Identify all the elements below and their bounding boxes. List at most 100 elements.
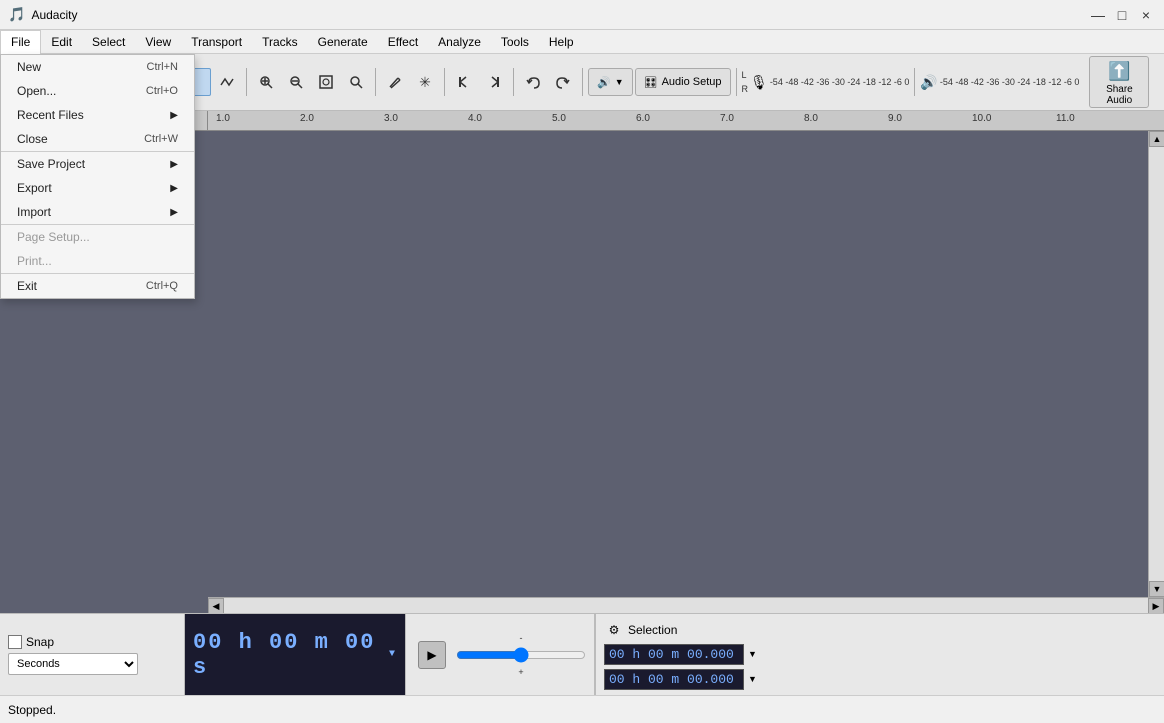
timeline-wrapper: 1.0 2.0 3.0 4.0 5.0 6.0 7.0 8.0 9.0 10.0…	[208, 111, 1164, 613]
menu-new[interactable]: New Ctrl+N	[1, 55, 194, 79]
play-bottom-button[interactable]: ▶	[418, 641, 446, 669]
toolbar-sep-7	[736, 68, 737, 96]
scroll-down-button[interactable]: ▼	[1149, 581, 1164, 597]
multi-tool-button[interactable]: ✳	[411, 68, 439, 96]
menu-save-project[interactable]: Save Project ▶	[1, 151, 194, 176]
undo-icon	[526, 75, 540, 89]
menu-exit[interactable]: Exit Ctrl+Q	[1, 273, 194, 298]
app-icon: 🎵	[8, 6, 25, 23]
audio-canvas[interactable]	[208, 131, 1148, 597]
maximize-button[interactable]: □	[1112, 5, 1132, 25]
snap-unit-select[interactable]: Seconds Milliseconds Samples Beats	[8, 653, 138, 675]
menu-transport[interactable]: Transport	[181, 30, 252, 54]
menu-tools[interactable]: Tools	[491, 30, 539, 54]
open-label: Open...	[17, 84, 56, 98]
toolbar-sep-5	[513, 68, 514, 96]
zoom-selection-icon	[349, 75, 363, 89]
menu-close[interactable]: Close Ctrl+W	[1, 127, 194, 151]
scroll-left-button[interactable]: ◀	[208, 598, 224, 613]
zoom-selection-button[interactable]	[342, 68, 370, 96]
exit-shortcut: Ctrl+Q	[146, 280, 178, 292]
scroll-right-button[interactable]: ▶	[1148, 598, 1164, 613]
vertical-scrollbar[interactable]: ▲ ▼	[1148, 131, 1164, 597]
menu-import[interactable]: Import ▶	[1, 200, 194, 224]
time-display: 00 h 00 m 00 s ▼	[185, 614, 405, 695]
toolbar-sep-4	[444, 68, 445, 96]
recent-files-arrow: ▶	[170, 110, 178, 121]
close-button[interactable]: ×	[1136, 5, 1156, 25]
ruler-mark-4: 4.0	[468, 113, 482, 124]
volume-button[interactable]: 🔊 ▼	[588, 68, 633, 96]
menu-export[interactable]: Export ▶	[1, 176, 194, 200]
zoom-out-button[interactable]	[282, 68, 310, 96]
menu-effect[interactable]: Effect	[378, 30, 428, 54]
snap-checkbox[interactable]	[8, 635, 22, 649]
envelope-tool-button[interactable]	[213, 68, 241, 96]
undo-button[interactable]	[519, 68, 547, 96]
ruler-mark-6: 6.0	[636, 113, 650, 124]
envelope-icon	[220, 75, 234, 89]
zoom-in-icon	[259, 75, 273, 89]
menu-view[interactable]: View	[135, 30, 181, 54]
new-shortcut: Ctrl+N	[147, 61, 178, 73]
print-label: Print...	[17, 254, 52, 268]
save-project-arrow: ▶	[170, 159, 178, 170]
new-label: New	[17, 60, 41, 74]
zoom-out-icon	[289, 75, 303, 89]
draw-tool-button[interactable]	[381, 68, 409, 96]
redo-button[interactable]	[549, 68, 577, 96]
mic-l-label: L	[742, 69, 749, 81]
menu-tracks[interactable]: Tracks	[252, 30, 308, 54]
ruler-mark-1: 1.0	[216, 113, 230, 124]
selection-area: ⚙ Selection ▼ ▼	[595, 614, 765, 695]
ruler-mark-9: 9.0	[888, 113, 902, 124]
menu-open[interactable]: Open... Ctrl+O	[1, 79, 194, 103]
menu-edit[interactable]: Edit	[41, 30, 82, 54]
menu-print: Print...	[1, 249, 194, 273]
speed-slider[interactable]	[456, 647, 586, 663]
menu-analyze[interactable]: Analyze	[428, 30, 491, 54]
mic-icon: 🎙	[750, 74, 768, 91]
toolbar-sep-2	[246, 68, 247, 96]
selection-end-arrow[interactable]: ▼	[748, 674, 757, 684]
close-shortcut: Ctrl+W	[144, 133, 178, 145]
selection-end-input[interactable]	[604, 669, 744, 690]
minimize-button[interactable]: —	[1088, 5, 1108, 25]
selection-settings-button[interactable]: ⚙	[604, 620, 624, 640]
import-arrow: ▶	[170, 207, 178, 218]
share-audio-button[interactable]: ⬆️ Share Audio	[1089, 56, 1149, 108]
menu-help[interactable]: Help	[539, 30, 584, 54]
clip-left-button[interactable]	[450, 68, 478, 96]
selection-label-row: ⚙ Selection	[604, 620, 757, 640]
scroll-track-h[interactable]	[224, 598, 1148, 613]
menu-select[interactable]: Select	[82, 30, 135, 54]
horizontal-scrollbar: ◀ ▶	[208, 597, 1164, 613]
audio-setup-label: Audio Setup	[662, 76, 722, 88]
scroll-up-button[interactable]: ▲	[1149, 131, 1164, 147]
time-dropdown-arrow[interactable]: ▼	[389, 649, 397, 660]
selection-start-input[interactable]	[604, 644, 744, 665]
open-shortcut: Ctrl+O	[146, 85, 178, 97]
menu-recent-files[interactable]: Recent Files ▶	[1, 103, 194, 127]
selection-value2-row: ▼	[604, 669, 757, 690]
menu-generate[interactable]: Generate	[308, 30, 378, 54]
ruler-mark-8: 8.0	[804, 113, 818, 124]
audio-setup-button[interactable]: 🎛 Audio Setup	[635, 68, 731, 96]
title-bar-left: 🎵 Audacity	[8, 6, 77, 23]
page-setup-label: Page Setup...	[17, 230, 90, 244]
ruler-mark-2: 2.0	[300, 113, 314, 124]
title-text: Audacity	[31, 8, 77, 22]
zoom-in-button[interactable]	[252, 68, 280, 96]
menu-bar: File Edit Select View Transport Tracks G…	[0, 30, 1164, 54]
selection-start-arrow[interactable]: ▼	[748, 649, 757, 659]
mic-r-label: R	[742, 83, 749, 95]
zoom-fit-button[interactable]	[312, 68, 340, 96]
menu-file[interactable]: File	[0, 30, 41, 54]
close-label: Close	[17, 132, 48, 146]
scroll-track-v[interactable]	[1149, 147, 1164, 581]
export-label: Export	[17, 181, 52, 195]
file-menu-dropdown: New Ctrl+N Open... Ctrl+O Recent Files ▶…	[0, 54, 195, 299]
ruler-mark-5: 5.0	[552, 113, 566, 124]
clip-right-button[interactable]	[480, 68, 508, 96]
ruler-mark-11: 11.0	[1056, 113, 1075, 124]
